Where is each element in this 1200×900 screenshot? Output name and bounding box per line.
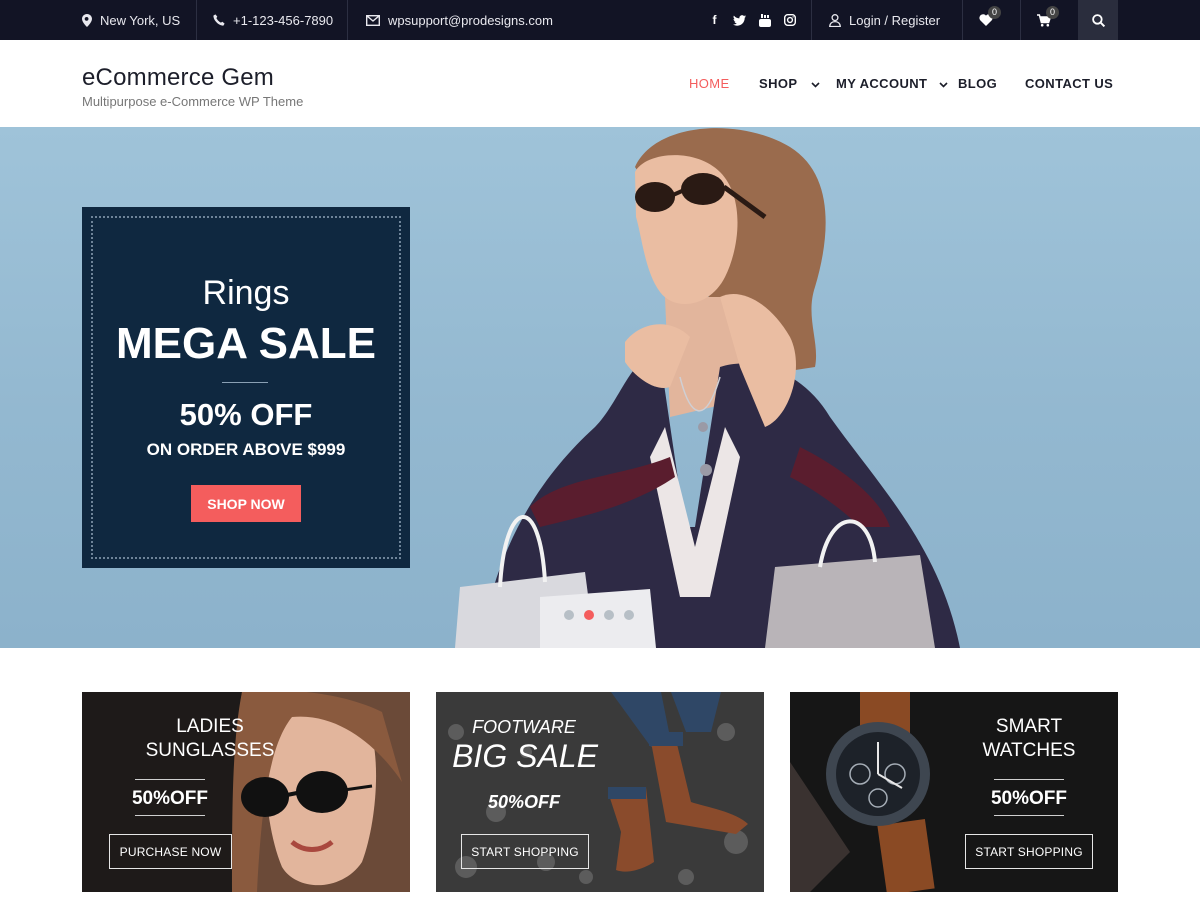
nav-blog-label: BLOG: [958, 76, 998, 91]
instagram-icon[interactable]: [783, 14, 796, 27]
nav-my-account[interactable]: MY ACCOUNT: [836, 76, 948, 91]
nav-shop-label: SHOP: [759, 76, 798, 91]
start-shopping-button[interactable]: START SHOPPING: [461, 834, 589, 869]
card-1-offer: 50%OFF: [131, 788, 209, 809]
divider: [962, 0, 963, 40]
slider-dot-1[interactable]: [564, 610, 574, 620]
hero-model-image: [455, 128, 960, 648]
card-3-offer: 50%OFF: [990, 788, 1068, 809]
card-divider: [994, 815, 1064, 816]
footware-promo-card[interactable]: FOOTWARE BIG SALE 50%OFF START SHOPPING: [436, 692, 764, 892]
slider-dot-2[interactable]: [584, 610, 594, 620]
card-divider: [135, 815, 205, 816]
card-divider: [135, 779, 205, 780]
chevron-down-icon: [811, 76, 821, 91]
cart-button[interactable]: 0: [1024, 0, 1064, 40]
map-pin-icon: [82, 13, 92, 27]
login-text[interactable]: Login / Register: [849, 13, 940, 28]
hero-slider: Rings MEGA SALE 50% OFF ON ORDER ABOVE $…: [0, 127, 1200, 648]
nav-contact-us[interactable]: CONTACT US: [1025, 76, 1113, 91]
user-icon: [829, 13, 841, 27]
youtube-icon[interactable]: [758, 13, 771, 27]
nav-shop[interactable]: SHOP: [759, 76, 821, 91]
divider: [1020, 0, 1021, 40]
card-3-title: SMART: [995, 716, 1063, 737]
shop-now-button[interactable]: SHOP NOW: [191, 485, 301, 522]
twitter-icon[interactable]: [733, 14, 746, 27]
promo-title: Rings: [202, 274, 290, 312]
card-1-subtitle: SUNGLASSES: [145, 740, 275, 761]
slider-dot-3[interactable]: [604, 610, 614, 620]
card-2-subtitle: BIG SALE: [452, 738, 598, 774]
chevron-down-icon: [939, 76, 948, 91]
slider-pagination: [564, 610, 634, 620]
phone-icon: [213, 14, 225, 26]
card-divider: [994, 779, 1064, 780]
divider: [196, 0, 197, 40]
nav-my-account-label: MY ACCOUNT: [836, 76, 928, 91]
site-header: eCommerce Gem Multipurpose e-Commerce WP…: [0, 40, 1200, 127]
promo-box: Rings MEGA SALE 50% OFF ON ORDER ABOVE $…: [82, 207, 410, 568]
nav-home-label: HOME: [689, 76, 730, 91]
nav-home[interactable]: HOME: [689, 76, 730, 91]
purchase-now-button[interactable]: PURCHASE NOW: [109, 834, 232, 869]
cart-count-badge: 0: [1046, 6, 1059, 19]
site-title[interactable]: eCommerce Gem: [82, 64, 274, 92]
wishlist-count-badge: 0: [988, 6, 1001, 19]
promo-divider: [222, 382, 268, 383]
promo-subline: ON ORDER ABOVE $999: [146, 440, 346, 459]
card-1-title: LADIES: [176, 716, 244, 737]
top-bar: New York, US +1-123-456-7890 wpsupport@p…: [0, 0, 1200, 40]
sunglasses-promo-card[interactable]: LADIES SUNGLASSES 50%OFF PURCHASE NOW: [82, 692, 410, 892]
facebook-icon[interactable]: f: [708, 13, 721, 27]
card-2-title: FOOTWARE: [472, 717, 576, 737]
envelope-icon: [366, 14, 380, 26]
card-2-offer: 50%OFF: [487, 792, 561, 812]
phone-info[interactable]: +1-123-456-7890: [213, 0, 333, 40]
social-links: f: [708, 0, 796, 40]
wishlist-button[interactable]: 0: [966, 0, 1006, 40]
watches-promo-card[interactable]: SMART WATCHES 50%OFF START SHOPPING: [790, 692, 1118, 892]
promo-headline: MEGA SALE: [116, 319, 376, 368]
nav-contact-us-label: CONTACT US: [1025, 76, 1114, 91]
divider: [811, 0, 812, 40]
phone-text[interactable]: +1-123-456-7890: [233, 13, 333, 28]
search-icon: [1091, 13, 1105, 27]
start-shopping-button[interactable]: START SHOPPING: [965, 834, 1093, 869]
site-tagline: Multipurpose e-Commerce WP Theme: [82, 94, 304, 109]
promo-offer: 50% OFF: [179, 397, 313, 432]
nav-blog[interactable]: BLOG: [958, 76, 997, 91]
search-button[interactable]: [1078, 0, 1118, 40]
email-info[interactable]: wpsupport@prodesigns.com: [366, 0, 553, 40]
slider-dot-4[interactable]: [624, 610, 634, 620]
divider: [347, 0, 348, 40]
location-info: New York, US: [82, 0, 180, 40]
login-link[interactable]: Login / Register: [829, 0, 940, 40]
card-3-subtitle: WATCHES: [982, 740, 1076, 761]
email-text[interactable]: wpsupport@prodesigns.com: [388, 13, 553, 28]
location-text: New York, US: [100, 12, 181, 28]
